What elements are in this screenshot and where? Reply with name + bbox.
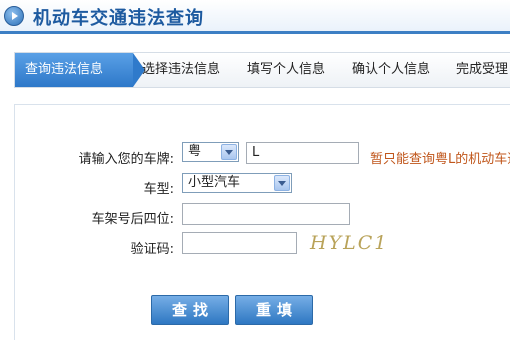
step-confirm-personal-info: 确认个人信息 bbox=[352, 62, 431, 77]
plate-label: 请输入您的车牌: bbox=[78, 152, 174, 167]
plate-number-input[interactable]: L bbox=[246, 142, 359, 164]
captcha-input[interactable] bbox=[182, 232, 297, 254]
step-select-violation: 选择违法信息 bbox=[142, 62, 221, 77]
step-complete: 完成受理 bbox=[456, 62, 509, 77]
steps-progress-bar: 查询违法信息 选择违法信息 填写个人信息 确认个人信息 完成受理 bbox=[14, 52, 510, 88]
captcha-image[interactable]: HYLC1 bbox=[310, 228, 410, 258]
captcha-label: 验证码: bbox=[130, 242, 174, 257]
captcha-text: HYLC1 bbox=[310, 232, 389, 254]
plate-hint-text: 暂只能查询粤L的机动车违 bbox=[370, 152, 510, 167]
province-select[interactable]: 粤 bbox=[182, 142, 239, 162]
vehicle-type-select-value: 小型汽车 bbox=[188, 175, 241, 190]
search-button[interactable]: 查找 bbox=[151, 295, 229, 325]
frame-number-input[interactable] bbox=[182, 203, 350, 225]
vehicle-type-select[interactable]: 小型汽车 bbox=[182, 173, 292, 193]
chevron-down-icon[interactable] bbox=[274, 175, 290, 191]
step-query-violation: 查询违法信息 bbox=[15, 53, 145, 87]
play-circle-icon bbox=[4, 6, 24, 26]
page-header: 机动车交通违法查询 bbox=[0, 0, 510, 34]
chevron-down-icon[interactable] bbox=[221, 144, 237, 160]
reset-button[interactable]: 重填 bbox=[235, 295, 313, 325]
frame-number-label: 车架号后四位: bbox=[91, 212, 174, 227]
province-select-value: 粤 bbox=[188, 144, 202, 159]
page-title: 机动车交通违法查询 bbox=[33, 8, 204, 29]
step-fill-personal-info: 填写个人信息 bbox=[247, 62, 326, 77]
vehicle-type-label: 车型: bbox=[143, 182, 174, 197]
